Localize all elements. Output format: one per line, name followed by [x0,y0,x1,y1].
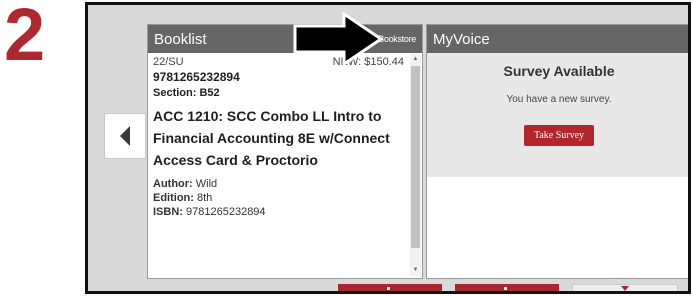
myvoice-card: MyVoice Survey Available You have a new … [426,24,688,279]
booklist-body: 22/SU NEW: $150.44 9781265232894 Section… [148,53,422,278]
bottom-button-1[interactable] [338,284,442,291]
scroll-up-icon[interactable]: ▲ [410,54,421,65]
author-label: Author: [153,178,193,190]
previous-button[interactable] [104,113,146,159]
caret-down-icon [621,286,629,291]
isbn-row: ISBN: 9781265232894 [153,206,404,218]
author-row: Author: Wild [153,178,404,190]
course-title: ACC 1210: SCC Combo LL Intro to Financia… [153,108,390,168]
term-label: 22/SU [153,56,184,68]
edition-value: 8th [197,192,213,204]
scrollbar-thumb[interactable] [411,66,420,248]
step-number: 2 [4,0,45,76]
edition-label: Edition: [153,192,194,204]
scroll-down-icon[interactable]: ▼ [410,265,421,276]
isbn-label: ISBN: [153,206,183,218]
isbn-value: 9781265232894 [186,206,266,218]
myvoice-title: MyVoice [433,30,490,48]
bottom-dot-icon [387,287,390,290]
myvoice-header: MyVoice [427,25,688,53]
screenshot-frame: Booklist Bookstore 22/SU NEW: $150.44 97… [85,2,691,294]
section-value: B52 [199,87,220,99]
take-survey-button[interactable]: Take Survey [524,125,594,146]
isbn-heading: 9781265232894 [153,70,240,84]
section-label: Section: [153,87,197,99]
arrow-right-icon [292,11,384,71]
bottom-button-3[interactable] [572,284,678,291]
bottom-button-2[interactable] [455,284,559,291]
survey-panel: Survey Available You have a new survey. … [427,53,688,177]
booklist-scrollbar[interactable]: ▲ ▼ [410,54,421,276]
bottom-dot-icon [504,287,507,290]
section-row: Section: B52 [153,87,404,99]
author-value: Wild [195,178,218,190]
chevron-left-icon [120,126,130,146]
booklist-title: Booklist [154,30,207,48]
survey-text: You have a new survey. [506,94,612,105]
survey-title: Survey Available [503,63,615,79]
edition-row: Edition: 8th [153,192,404,204]
